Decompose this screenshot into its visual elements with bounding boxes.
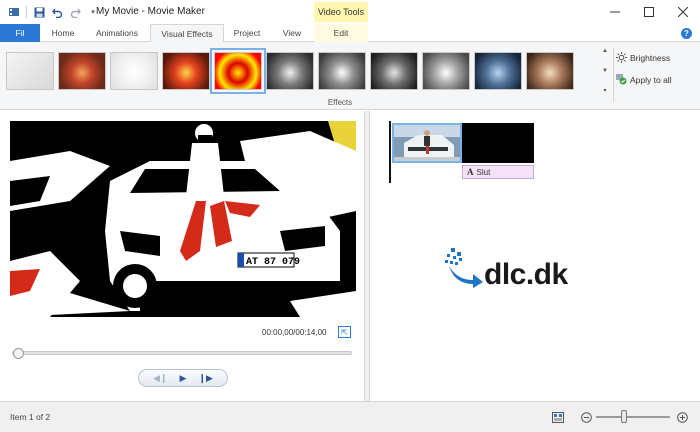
tab-view[interactable]: View bbox=[270, 24, 314, 42]
storyboard-view-icon[interactable] bbox=[552, 411, 564, 423]
effect-thumbnail-5[interactable] bbox=[210, 48, 266, 94]
effect-thumbnail-7[interactable] bbox=[318, 52, 366, 90]
effect-thumbnail-2[interactable] bbox=[58, 52, 106, 90]
ribbon-panel: ▲ ▼ ▾ Brightness Apply to all Effects bbox=[0, 42, 700, 110]
play-icon[interactable]: ▶ bbox=[180, 373, 187, 384]
video-preview[interactable]: AT 87 079 bbox=[10, 121, 356, 317]
redo-icon[interactable] bbox=[69, 6, 81, 18]
effect-thumbnail-4[interactable] bbox=[162, 52, 210, 90]
previous-frame-icon[interactable]: ◀❙ bbox=[153, 373, 167, 384]
app-icon bbox=[8, 6, 20, 18]
maximize-icon bbox=[644, 7, 654, 17]
brightness-button[interactable]: Brightness bbox=[616, 52, 670, 63]
window-title: My Movie - Movie Maker bbox=[96, 6, 205, 17]
tab-visual-effects[interactable]: Visual Effects bbox=[150, 24, 224, 43]
preview-frame-image: AT 87 079 bbox=[10, 121, 356, 317]
tab-animations[interactable]: Animations bbox=[86, 24, 148, 42]
clip-thumbnail-image bbox=[394, 125, 460, 161]
title-bar: ▾ My Movie - Movie Maker Video Tools bbox=[0, 0, 700, 24]
apply-to-all-label: Apply to all bbox=[630, 74, 672, 85]
seek-bar[interactable] bbox=[12, 348, 352, 359]
maximize-button[interactable] bbox=[632, 0, 666, 24]
item-count: Item 1 of 2 bbox=[10, 412, 51, 422]
movie-maker-window: ▾ My Movie - Movie Maker Video Tools Fil… bbox=[0, 0, 700, 432]
status-bar: Item 1 of 2 bbox=[0, 401, 700, 432]
zoom-thumb[interactable] bbox=[621, 410, 628, 423]
gallery-scroll-down-icon[interactable]: ▼ bbox=[602, 68, 608, 74]
window-controls bbox=[598, 0, 700, 24]
minimize-button[interactable] bbox=[598, 0, 632, 24]
effects-group-label: Effects bbox=[327, 98, 353, 107]
zoom-slider[interactable] bbox=[596, 416, 670, 418]
minimize-icon bbox=[610, 11, 620, 13]
apply-all-icon bbox=[616, 74, 627, 85]
save-icon[interactable] bbox=[33, 6, 45, 18]
ribbon-divider bbox=[613, 48, 614, 102]
quick-access-toolbar: ▾ bbox=[0, 0, 99, 24]
tab-file[interactable]: Fil bbox=[0, 24, 40, 42]
main-area: AT 87 079 00:00,00/00:14,00 ⇱ ◀❙ ▶ ❙▶ A … bbox=[0, 111, 700, 401]
video-tools-context-label: Video Tools bbox=[314, 2, 368, 22]
effect-thumbnail-6[interactable] bbox=[266, 52, 314, 90]
undo-icon[interactable] bbox=[51, 6, 63, 18]
gallery-scroll: ▲ ▼ ▾ bbox=[600, 48, 610, 94]
gallery-scroll-up-icon[interactable]: ▲ bbox=[602, 48, 608, 54]
effect-thumbnail-3[interactable] bbox=[110, 52, 158, 90]
effect-thumbnail-1[interactable] bbox=[6, 52, 54, 90]
qat-separator bbox=[26, 6, 27, 18]
caption-text-icon: A bbox=[467, 167, 474, 177]
playhead[interactable] bbox=[389, 121, 391, 183]
caption-item[interactable]: A Slut bbox=[462, 165, 534, 179]
gallery-more-icon[interactable]: ▾ bbox=[603, 87, 606, 94]
tab-home[interactable]: Home bbox=[42, 24, 84, 42]
close-button[interactable] bbox=[666, 0, 700, 24]
seek-thumb[interactable] bbox=[13, 348, 24, 359]
caption-text: Slut bbox=[476, 167, 491, 177]
close-icon bbox=[678, 7, 688, 17]
effects-gallery bbox=[6, 48, 574, 94]
tab-project[interactable]: Project bbox=[226, 24, 268, 42]
effect-thumbnail-8[interactable] bbox=[370, 52, 418, 90]
ribbon-tabs: Fil Home Animations Visual Effects Proje… bbox=[0, 24, 700, 43]
sun-icon bbox=[616, 52, 627, 63]
zoom-in-icon[interactable] bbox=[676, 411, 688, 423]
effect-thumbnail-9[interactable] bbox=[422, 52, 470, 90]
license-plate-text: AT 87 079 bbox=[246, 257, 300, 268]
dlc-logo-text: dlc.dk bbox=[484, 258, 568, 291]
black-clip-thumbnail[interactable] bbox=[462, 123, 534, 163]
preview-pane: AT 87 079 00:00,00/00:14,00 ⇱ ◀❙ ▶ ❙▶ bbox=[0, 111, 364, 401]
tab-edit[interactable]: Edit bbox=[314, 24, 368, 42]
apply-to-all-button[interactable]: Apply to all bbox=[616, 74, 672, 85]
video-clip-thumbnail[interactable] bbox=[392, 123, 462, 163]
playback-controls: ◀❙ ▶ ❙▶ bbox=[138, 369, 228, 387]
zoom-out-icon[interactable] bbox=[580, 411, 592, 423]
brightness-label: Brightness bbox=[630, 52, 671, 63]
help-icon[interactable]: ? bbox=[681, 28, 692, 39]
timecode: 00:00,00/00:14,00 bbox=[262, 328, 327, 337]
effect-thumbnail-10[interactable] bbox=[474, 52, 522, 90]
effect-thumbnail-11[interactable] bbox=[526, 52, 574, 90]
fullscreen-icon[interactable]: ⇱ bbox=[338, 326, 351, 338]
next-frame-icon[interactable]: ❙▶ bbox=[199, 373, 213, 384]
